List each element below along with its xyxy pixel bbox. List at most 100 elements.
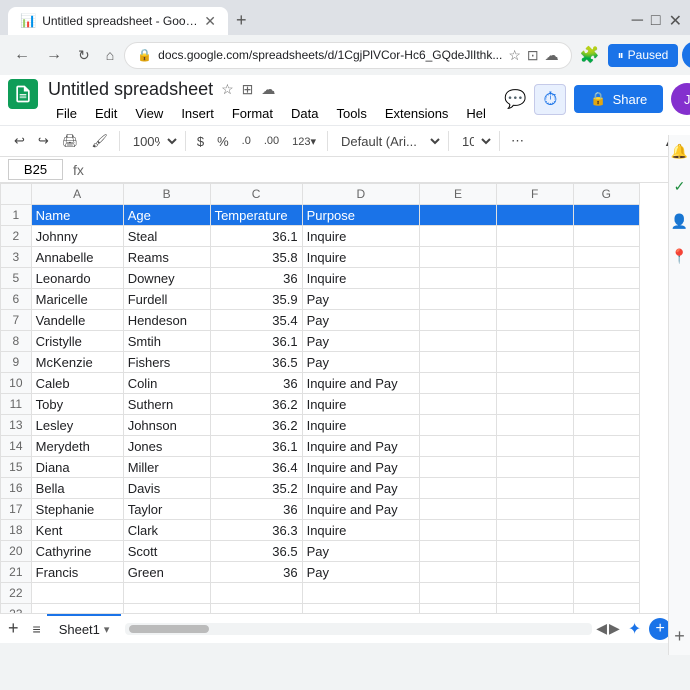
cell-E11[interactable]: [420, 394, 497, 415]
cell-A15[interactable]: Diana: [31, 457, 123, 478]
cell-E2[interactable]: [420, 226, 497, 247]
cell-B8[interactable]: Smtih: [123, 331, 210, 352]
cell-D1[interactable]: Purpose: [302, 205, 420, 226]
cell-A2[interactable]: Johnny: [31, 226, 123, 247]
font-size-select[interactable]: 10: [454, 131, 494, 152]
col-header-d[interactable]: D: [302, 184, 420, 205]
cell-G20[interactable]: [573, 541, 640, 562]
cell-C20[interactable]: 36.5: [210, 541, 302, 562]
cell-A11[interactable]: Toby: [31, 394, 123, 415]
cell-E21[interactable]: [420, 562, 497, 583]
cell-B14[interactable]: Jones: [123, 436, 210, 457]
cell-E9[interactable]: [420, 352, 497, 373]
map-pin-icon[interactable]: 📍: [671, 248, 688, 265]
cell-G7[interactable]: [573, 310, 640, 331]
cell-E15[interactable]: [420, 457, 497, 478]
cell-C14[interactable]: 36.1: [210, 436, 302, 457]
cell-C3[interactable]: 35.8: [210, 247, 302, 268]
cell-A14[interactable]: Merydeth: [31, 436, 123, 457]
decimal-dec-button[interactable]: .0: [236, 131, 257, 151]
sheet-tab-dropdown-icon[interactable]: ▾: [104, 623, 110, 636]
cell-F8[interactable]: [496, 331, 573, 352]
cell-D2[interactable]: Inquire: [302, 226, 420, 247]
cell-A16[interactable]: Bella: [31, 478, 123, 499]
paint-format-button[interactable]: 🖌: [85, 129, 114, 153]
formula-function-icon[interactable]: fx: [67, 162, 90, 178]
cell-F18[interactable]: [496, 520, 573, 541]
cell-G3[interactable]: [573, 247, 640, 268]
cell-C11[interactable]: 36.2: [210, 394, 302, 415]
cell-reference-input[interactable]: [8, 159, 63, 180]
cell-D7[interactable]: Pay: [302, 310, 420, 331]
cell-A7[interactable]: Vandelle: [31, 310, 123, 331]
cell-C17[interactable]: 36: [210, 499, 302, 520]
cell-G14[interactable]: [573, 436, 640, 457]
cell-A17[interactable]: Stephanie: [31, 499, 123, 520]
cell-D23[interactable]: [302, 604, 420, 614]
cell-C8[interactable]: 36.1: [210, 331, 302, 352]
new-tab-button[interactable]: +: [228, 6, 255, 35]
cell-D22[interactable]: [302, 583, 420, 604]
cell-G2[interactable]: [573, 226, 640, 247]
menu-format[interactable]: Format: [224, 102, 281, 125]
cell-F3[interactable]: [496, 247, 573, 268]
cell-F15[interactable]: [496, 457, 573, 478]
cell-C10[interactable]: 36: [210, 373, 302, 394]
cell-B18[interactable]: Clark: [123, 520, 210, 541]
home-button[interactable]: ⌂: [100, 41, 120, 69]
cell-E8[interactable]: [420, 331, 497, 352]
comments-button[interactable]: 💬: [504, 89, 526, 110]
cell-D18[interactable]: Inquire: [302, 520, 420, 541]
col-header-c[interactable]: C: [210, 184, 302, 205]
extensions-button[interactable]: 🧩: [576, 41, 604, 69]
checkmark-icon[interactable]: ✓: [674, 178, 686, 195]
cell-F1[interactable]: [496, 205, 573, 226]
cell-B11[interactable]: Suthern: [123, 394, 210, 415]
cell-C22[interactable]: [210, 583, 302, 604]
notification-icon[interactable]: 🔔: [671, 143, 688, 160]
cell-A21[interactable]: Francis: [31, 562, 123, 583]
cell-F22[interactable]: [496, 583, 573, 604]
add-panel-icon[interactable]: +: [674, 626, 685, 647]
cell-D17[interactable]: Inquire and Pay: [302, 499, 420, 520]
col-header-b[interactable]: B: [123, 184, 210, 205]
cell-F9[interactable]: [496, 352, 573, 373]
cell-G6[interactable]: [573, 289, 640, 310]
cell-F7[interactable]: [496, 310, 573, 331]
cell-B5[interactable]: Downey: [123, 268, 210, 289]
cell-G23[interactable]: [573, 604, 640, 614]
cell-D13[interactable]: Inquire: [302, 415, 420, 436]
close-button[interactable]: ✕: [669, 11, 682, 31]
star-title-icon[interactable]: ☆: [221, 81, 234, 98]
col-header-e[interactable]: E: [420, 184, 497, 205]
menu-tools[interactable]: Tools: [328, 102, 374, 125]
cell-E14[interactable]: [420, 436, 497, 457]
cell-B2[interactable]: Steal: [123, 226, 210, 247]
cell-G13[interactable]: [573, 415, 640, 436]
cell-G8[interactable]: [573, 331, 640, 352]
maximize-button[interactable]: □: [651, 12, 661, 30]
sheet-tab-sheet1[interactable]: Sheet1 ▾: [47, 614, 122, 643]
cell-G15[interactable]: [573, 457, 640, 478]
cell-G11[interactable]: [573, 394, 640, 415]
menu-view[interactable]: View: [127, 102, 171, 125]
decimal-inc-button[interactable]: .00: [258, 131, 285, 151]
scroll-right-button[interactable]: ▶: [609, 620, 620, 637]
explore-button[interactable]: ✦: [620, 619, 649, 639]
cell-F16[interactable]: [496, 478, 573, 499]
cell-A20[interactable]: Cathyrine: [31, 541, 123, 562]
cell-D21[interactable]: Pay: [302, 562, 420, 583]
person-icon[interactable]: 👤: [671, 213, 688, 230]
active-tab[interactable]: 📊 Untitled spreadsheet - Google S... ✕: [8, 7, 228, 35]
cell-C16[interactable]: 35.2: [210, 478, 302, 499]
more-options-button[interactable]: ⋯: [505, 129, 530, 153]
cell-F17[interactable]: [496, 499, 573, 520]
cell-F10[interactable]: [496, 373, 573, 394]
cell-C7[interactable]: 35.4: [210, 310, 302, 331]
cell-B7[interactable]: Hendeson: [123, 310, 210, 331]
cell-D5[interactable]: Inquire: [302, 268, 420, 289]
percent-button[interactable]: %: [211, 130, 235, 153]
cell-E1[interactable]: [420, 205, 497, 226]
cell-G10[interactable]: [573, 373, 640, 394]
profile-button[interactable]: J: [682, 41, 690, 69]
